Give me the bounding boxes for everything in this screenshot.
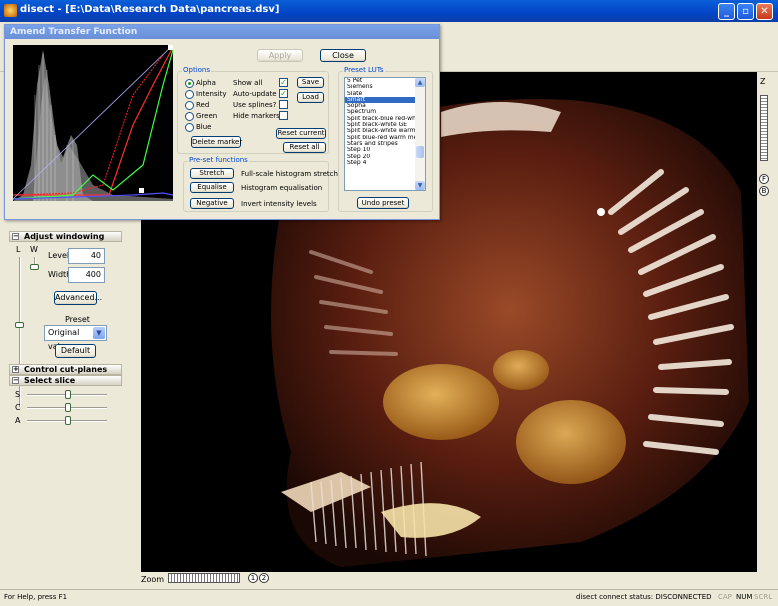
lut-list[interactable]: 5 Pet Siemens Slate Smart Sopha Spectrum… bbox=[344, 77, 426, 191]
scroll-thumb[interactable] bbox=[416, 146, 424, 158]
expand-icon[interactable]: + bbox=[12, 366, 19, 373]
preset-luts-title: Preset LUTs bbox=[343, 66, 385, 74]
maximize-icon[interactable]: ▫ bbox=[737, 3, 754, 20]
scroll-down-icon[interactable]: ▼ bbox=[415, 181, 425, 190]
radio-intensity-label: Intensity bbox=[196, 90, 227, 98]
w-label: W bbox=[30, 245, 38, 254]
auto-update-label: Auto-update bbox=[233, 90, 277, 98]
radio-blue[interactable] bbox=[185, 123, 194, 132]
radio-green[interactable] bbox=[185, 112, 194, 121]
close-button[interactable]: Close bbox=[320, 49, 366, 62]
zoom-button-1[interactable]: 1 bbox=[248, 573, 258, 583]
collapse-icon[interactable]: − bbox=[12, 377, 19, 384]
radio-alpha[interactable] bbox=[185, 79, 194, 88]
default-button[interactable]: Default bbox=[55, 344, 96, 358]
status-bar: For Help, press F1 disect connect status… bbox=[0, 589, 778, 606]
select-slice-header[interactable]: − Select slice bbox=[9, 375, 122, 386]
use-splines-checkbox[interactable] bbox=[279, 100, 288, 109]
negative-button[interactable]: Negative bbox=[190, 198, 234, 209]
control-cut-planes-header[interactable]: + Control cut-planes bbox=[9, 364, 122, 375]
app-icon bbox=[4, 4, 17, 17]
histogram-graph bbox=[12, 44, 174, 201]
radio-red[interactable] bbox=[185, 101, 194, 110]
width-field[interactable]: 400 bbox=[68, 267, 105, 283]
show-all-checkbox[interactable]: ✓ bbox=[279, 78, 288, 87]
dialog-title[interactable]: Amend Transfer Function bbox=[5, 25, 439, 39]
load-button[interactable]: Load bbox=[297, 92, 324, 103]
window-title: disect - [E:\Data\Research Data\pancreas… bbox=[20, 4, 280, 15]
level-label: Level bbox=[48, 251, 70, 260]
delete-marker-button[interactable]: Delete marker bbox=[191, 136, 242, 148]
reset-current-button[interactable]: Reset current bbox=[276, 128, 326, 139]
minimize-icon[interactable]: _ bbox=[718, 3, 735, 20]
show-all-label: Show all bbox=[233, 79, 263, 87]
f-button[interactable]: F bbox=[759, 174, 769, 184]
radio-alpha-label: Alpha bbox=[196, 79, 216, 87]
help-text: For Help, press F1 bbox=[4, 593, 68, 601]
hide-markers-checkbox[interactable] bbox=[279, 111, 288, 120]
equalise-description: Histogram equalisation bbox=[241, 184, 323, 192]
slice-c-thumb[interactable] bbox=[65, 403, 71, 412]
zoom-slider[interactable] bbox=[168, 573, 240, 583]
radio-intensity[interactable] bbox=[185, 90, 194, 99]
reset-all-button[interactable]: Reset all bbox=[283, 142, 326, 153]
close-icon[interactable]: ✕ bbox=[756, 3, 773, 20]
zoom-button-2[interactable]: 2 bbox=[259, 573, 269, 583]
radio-green-label: Green bbox=[196, 112, 218, 120]
level-slider-thumb[interactable] bbox=[15, 322, 24, 328]
cap-indicator: CAP bbox=[718, 593, 732, 601]
radio-red-label: Red bbox=[196, 101, 210, 109]
preset-select[interactable]: Original values ▼ bbox=[44, 325, 107, 351]
options-title: Options bbox=[182, 66, 212, 74]
b-button[interactable]: B bbox=[759, 186, 769, 196]
main-title-bar: disect - [E:\Data\Research Data\pancreas… bbox=[0, 0, 778, 22]
collapse-icon[interactable]: − bbox=[12, 233, 19, 240]
chevron-down-icon[interactable]: ▼ bbox=[93, 327, 105, 339]
negative-description: Invert intensity levels bbox=[241, 200, 317, 208]
slice-a-label: A bbox=[15, 416, 21, 425]
l-label: L bbox=[16, 245, 21, 254]
stretch-button[interactable]: Stretch bbox=[190, 168, 234, 179]
z-label: Z bbox=[760, 77, 766, 86]
scrl-indicator: SCRL bbox=[754, 593, 773, 601]
save-button[interactable]: Save bbox=[297, 77, 324, 88]
width-slider-thumb[interactable] bbox=[30, 264, 39, 270]
advanced-button[interactable]: Advanced... bbox=[54, 291, 102, 305]
auto-update-checkbox[interactable]: ✓ bbox=[279, 89, 288, 98]
level-field[interactable]: 40 bbox=[68, 248, 105, 264]
preset-functions-title: Pre-set functions bbox=[188, 156, 249, 164]
slice-s-thumb[interactable] bbox=[65, 390, 71, 399]
radio-blue-label: Blue bbox=[196, 123, 212, 131]
z-slider[interactable] bbox=[760, 95, 768, 161]
use-splines-label: Use splines? bbox=[233, 101, 277, 109]
apply-button[interactable]: Apply bbox=[257, 49, 303, 62]
num-indicator: NUM bbox=[736, 593, 753, 601]
slice-c-label: C bbox=[15, 403, 21, 412]
stretch-description: Full-scale histogram stretch bbox=[241, 170, 338, 178]
undo-preset-button[interactable]: Undo preset bbox=[357, 197, 409, 209]
zoom-label: Zoom bbox=[141, 575, 165, 584]
lut-scrollbar[interactable]: ▲ ▼ bbox=[415, 78, 425, 190]
hide-markers-label: Hide markers bbox=[233, 112, 280, 120]
transfer-function-histogram[interactable] bbox=[12, 44, 174, 201]
connect-status: disect connect status: DISCONNECTED bbox=[576, 593, 712, 601]
slice-s-label: S bbox=[15, 390, 21, 399]
scroll-up-icon[interactable]: ▲ bbox=[415, 78, 425, 87]
equalise-button[interactable]: Equalise bbox=[190, 182, 234, 193]
lut-item[interactable]: Step 4 bbox=[345, 160, 417, 166]
slice-a-thumb[interactable] bbox=[65, 416, 71, 425]
adjust-windowing-header[interactable]: − Adjust windowing bbox=[9, 231, 122, 242]
transfer-function-dialog: Amend Transfer Function Apply Close Opti… bbox=[4, 24, 440, 220]
preset-label: Preset bbox=[65, 315, 90, 324]
